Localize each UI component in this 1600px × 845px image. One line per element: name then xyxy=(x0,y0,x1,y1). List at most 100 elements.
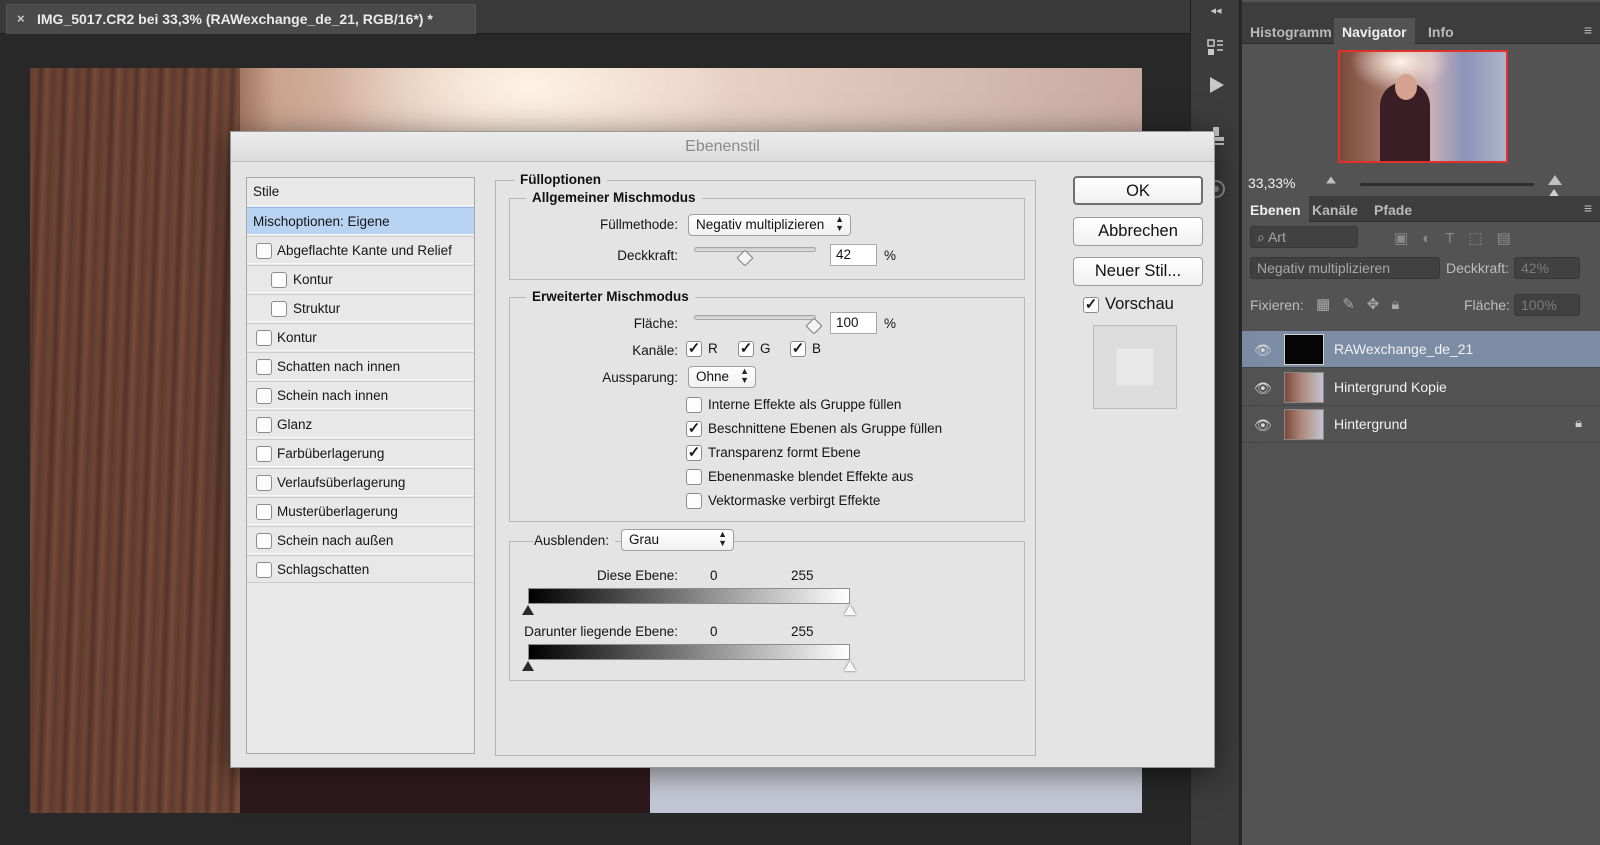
opacity-slider-knob[interactable] xyxy=(736,249,754,267)
lock-move-icon[interactable]: ✥ xyxy=(1367,296,1392,313)
new-style-button[interactable]: Neuer Stil... xyxy=(1073,257,1203,286)
style-item-outer-glow[interactable]: Schein nach außen xyxy=(247,526,474,554)
panel-menu-icon[interactable]: ≡ xyxy=(1584,22,1592,38)
style-item-inner-glow[interactable]: Schein nach innen xyxy=(247,381,474,409)
style-checkbox[interactable] xyxy=(271,272,287,288)
history-icon[interactable] xyxy=(1203,37,1229,63)
checkbox[interactable]: ✓ xyxy=(738,340,754,357)
lock-transparency-icon[interactable]: ▦ xyxy=(1316,296,1342,313)
zoom-in-icon[interactable] xyxy=(1548,175,1562,185)
blend-if-select[interactable]: Grau ▲ ▼ xyxy=(621,529,734,551)
style-checkbox[interactable] xyxy=(256,330,272,346)
layer-row[interactable]: 👁︎ Hintergrund Kopie xyxy=(1242,369,1600,406)
tab-histogram[interactable]: Histogramm xyxy=(1242,18,1340,44)
checkbox[interactable] xyxy=(686,468,702,485)
style-checkbox[interactable] xyxy=(256,417,272,433)
channel-g-checkbox[interactable]: ✓ G xyxy=(738,340,771,357)
style-item-blending-options[interactable]: Mischoptionen: Eigene xyxy=(247,207,474,235)
checkbox[interactable]: ✓ xyxy=(790,340,806,357)
checkbox[interactable] xyxy=(686,396,702,413)
layer-fill-input[interactable]: 100% xyxy=(1514,294,1580,316)
channel-b-checkbox[interactable]: ✓ B xyxy=(790,340,821,357)
underlying-black-knob[interactable] xyxy=(522,661,534,671)
style-item-bevel-emboss[interactable]: Abgeflachte Kante und Relief xyxy=(247,236,474,264)
layer-filter-select[interactable]: ⌕ Art xyxy=(1250,226,1358,248)
style-item-texture[interactable]: Struktur xyxy=(247,294,474,322)
close-tab-icon[interactable]: × xyxy=(17,11,25,26)
style-item-stroke[interactable]: Kontur xyxy=(247,323,474,351)
knockout-select[interactable]: Ohne ▲ ▼ xyxy=(688,366,756,388)
option-interne-effekte[interactable]: Interne Effekte als Gruppe füllen xyxy=(686,396,901,413)
opacity-input[interactable]: 42 xyxy=(830,244,877,266)
document-tab[interactable]: × IMG_5017.CR2 bei 33,3% (RAWexchange_de… xyxy=(6,4,476,34)
option-beschnittene-ebenen[interactable]: ✓ Beschnittene Ebenen als Gruppe füllen xyxy=(686,420,942,437)
style-checkbox[interactable] xyxy=(256,562,272,578)
visibility-eye-icon[interactable]: 👁︎ xyxy=(1254,380,1272,397)
cancel-button[interactable]: Abbrechen xyxy=(1073,217,1203,246)
styles-list-header[interactable]: Stile xyxy=(247,178,474,206)
checkbox[interactable] xyxy=(686,492,702,509)
style-checkbox[interactable] xyxy=(256,533,272,549)
tab-info[interactable]: Info xyxy=(1420,18,1462,44)
layer-row[interactable]: 👁︎ Hintergrund 🔒︎ xyxy=(1242,406,1600,443)
underlying-white-knob[interactable] xyxy=(844,661,856,671)
style-item-drop-shadow[interactable]: Schlagschatten xyxy=(247,555,474,583)
this-layer-black-knob[interactable] xyxy=(522,605,534,615)
dialog-titlebar[interactable]: Ebenenstil xyxy=(231,132,1214,162)
layer-row[interactable]: 👁︎ RAWexchange_de_21 xyxy=(1242,331,1600,368)
checkbox[interactable]: ✓ xyxy=(686,340,702,357)
play-action-icon[interactable] xyxy=(1203,74,1229,100)
shape-filter-icon[interactable]: ⬚ xyxy=(1468,230,1496,247)
channel-r-checkbox[interactable]: ✓ R xyxy=(686,340,718,357)
fill-opacity-input[interactable]: 100 xyxy=(830,312,877,334)
option-transparenz[interactable]: ✓ Transparenz formt Ebene xyxy=(686,444,861,461)
style-checkbox[interactable] xyxy=(271,301,287,317)
style-item-contour[interactable]: Kontur xyxy=(247,265,474,293)
zoom-value[interactable]: 33,33% xyxy=(1248,175,1295,191)
visibility-eye-icon[interactable]: 👁︎ xyxy=(1254,417,1272,434)
checkbox[interactable]: ✓ xyxy=(686,444,702,461)
lock-all-icon[interactable]: 🔒︎ xyxy=(1391,296,1411,313)
blend-mode-select[interactable]: Negativ multiplizieren ▲ ▼ xyxy=(688,214,851,236)
lock-paint-icon[interactable]: ✎ xyxy=(1342,296,1367,313)
style-checkbox[interactable] xyxy=(256,243,272,259)
style-item-inner-shadow[interactable]: Schatten nach innen xyxy=(247,352,474,380)
zoom-slider[interactable] xyxy=(1360,183,1560,198)
style-checkbox[interactable] xyxy=(256,359,272,375)
tab-channels[interactable]: Kanäle xyxy=(1304,196,1366,222)
tab-layers[interactable]: Ebenen xyxy=(1242,196,1309,222)
ok-button[interactable]: OK xyxy=(1073,176,1203,205)
smart-object-filter-icon[interactable]: ▤ xyxy=(1497,230,1525,247)
fill-opacity-slider[interactable] xyxy=(694,315,823,335)
checkbox[interactable]: ✓ xyxy=(1083,296,1099,313)
style-item-gradient-overlay[interactable]: Verlaufsüberlagerung xyxy=(247,468,474,496)
collapse-panels-icon[interactable]: ◂◂ xyxy=(1203,2,1229,20)
type-filter-icon[interactable]: T xyxy=(1445,230,1468,247)
tab-paths[interactable]: Pfade xyxy=(1366,196,1420,222)
option-ebenenmaske[interactable]: Ebenenmaske blendet Effekte aus xyxy=(686,468,913,485)
style-checkbox[interactable] xyxy=(256,504,272,520)
option-vektormaske[interactable]: Vektormaske verbirgt Effekte xyxy=(686,492,880,509)
adjustment-filter-icon[interactable]: ◐ xyxy=(1422,230,1445,247)
style-checkbox[interactable] xyxy=(256,446,272,462)
tab-navigator[interactable]: Navigator xyxy=(1334,18,1415,44)
style-item-satin[interactable]: Glanz xyxy=(247,410,474,438)
layer-opacity-input[interactable]: 42% xyxy=(1514,257,1580,279)
zoom-out-icon[interactable] xyxy=(1326,176,1336,184)
layer-blend-mode-select[interactable]: Negativ multiplizieren xyxy=(1250,257,1440,279)
style-item-color-overlay[interactable]: Farbüberlagerung xyxy=(247,439,474,467)
checkbox[interactable]: ✓ xyxy=(686,420,702,437)
style-checkbox[interactable] xyxy=(256,475,272,491)
style-item-pattern-overlay[interactable]: Musterüberlagerung xyxy=(247,497,474,525)
advanced-blending-box: Erweiterter Mischmodus Fläche: 100 % Kan… xyxy=(509,289,1025,522)
pixel-filter-icon[interactable]: ▣ xyxy=(1394,230,1422,247)
fill-opacity-slider-knob[interactable] xyxy=(805,317,823,335)
this-layer-white-knob[interactable] xyxy=(844,605,856,615)
opacity-slider[interactable] xyxy=(694,247,816,267)
visibility-eye-icon[interactable]: 👁︎ xyxy=(1254,342,1272,359)
layers-menu-icon[interactable]: ≡ xyxy=(1584,200,1592,216)
preview-checkbox[interactable]: ✓ Vorschau xyxy=(1083,295,1174,314)
layer-lock-icon[interactable]: 🔒︎ xyxy=(1575,415,1582,431)
navigator-thumbnail[interactable] xyxy=(1338,50,1508,163)
style-checkbox[interactable] xyxy=(256,388,272,404)
